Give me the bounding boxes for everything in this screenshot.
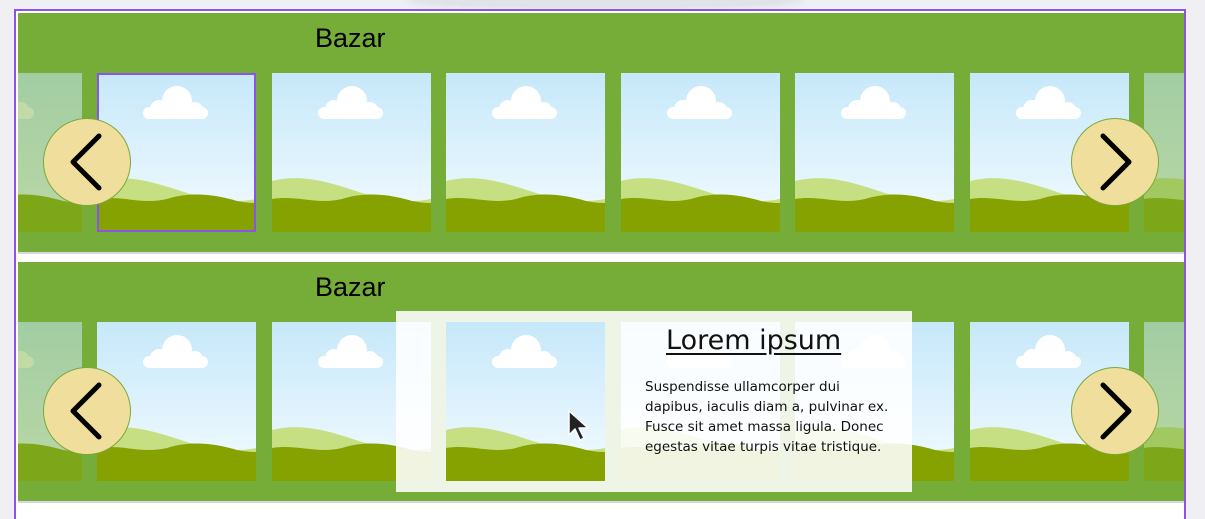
landscape-image: [446, 73, 605, 232]
divider: [18, 252, 1184, 254]
carousel-slide[interactable]: [795, 73, 954, 232]
landscape-image: [621, 73, 780, 232]
chevron-right-icon: [1100, 133, 1132, 191]
chevron-right-icon: [1100, 382, 1132, 440]
carousel-next-button[interactable]: [1071, 118, 1159, 206]
popup-title-link[interactable]: Lorem ipsum: [666, 325, 841, 356]
popup-image[interactable]: [446, 322, 605, 481]
carousel-slide[interactable]: [272, 73, 431, 232]
carousel-title: Bazar: [315, 272, 386, 302]
divider: [18, 501, 1184, 503]
landscape-image: [446, 322, 605, 481]
carousel-prev-button[interactable]: [43, 367, 131, 455]
browser-shadow: [405, 0, 805, 6]
carousel-bazar-1: Bazar: [18, 13, 1184, 252]
carousel-slide[interactable]: [446, 73, 605, 232]
landscape-image: [795, 73, 954, 232]
chevron-left-icon: [70, 382, 102, 440]
popup-description: Suspendisse ullamcorper dui dapibus, iac…: [645, 379, 889, 455]
chevron-left-icon: [70, 133, 102, 191]
carousel-slide[interactable]: [621, 73, 780, 232]
landscape-image: [272, 73, 431, 232]
carousel-title: Bazar: [315, 23, 386, 53]
carousel-next-button[interactable]: [1071, 367, 1159, 455]
mouse-pointer-icon: [568, 410, 589, 441]
carousel-prev-button[interactable]: [43, 118, 131, 206]
slide-detail-popup: Lorem ipsum Suspendisse ullamcorper dui …: [396, 311, 912, 492]
carousel-track: [18, 73, 1184, 232]
